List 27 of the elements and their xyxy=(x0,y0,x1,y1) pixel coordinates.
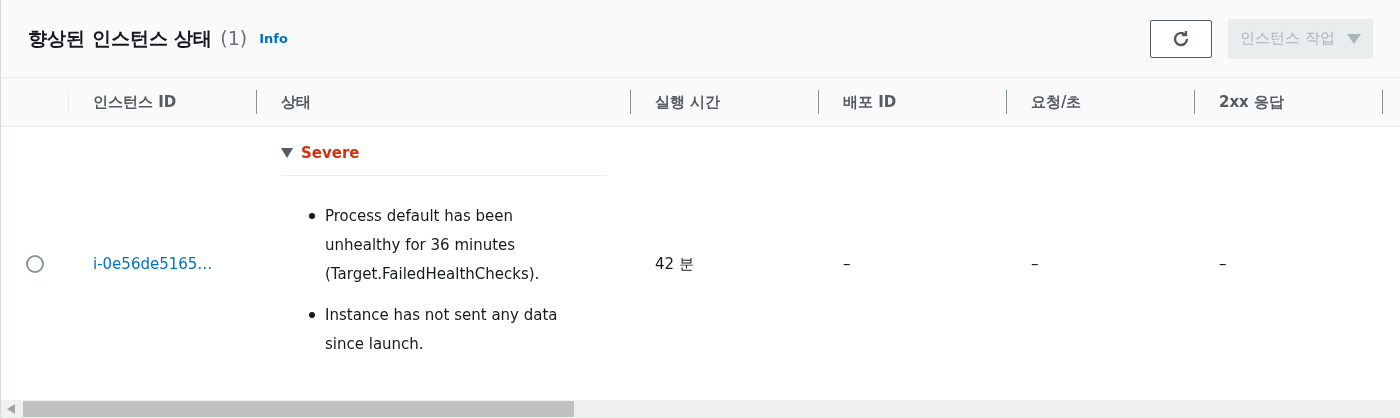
column-header[interactable]: 요청/초 xyxy=(1031,90,1082,114)
refresh-button[interactable] xyxy=(1150,19,1213,58)
scroll-left-icon xyxy=(7,404,15,414)
severity-toggle[interactable]: Severe xyxy=(281,142,607,176)
column-header[interactable]: 2xx 응답 xyxy=(1219,90,1284,114)
horizontal-scrollbar[interactable] xyxy=(1,400,1400,418)
column-header[interactable]: 배포 ID xyxy=(843,90,897,114)
panel-title: 향상된 인스턴스 상태 xyxy=(28,26,213,52)
caret-icon xyxy=(1347,33,1361,44)
severity-label: Severe xyxy=(301,143,360,164)
status-message: Instance has not sent any data since launch. xyxy=(325,304,559,355)
caret-icon xyxy=(281,148,293,159)
scrollbar-thumb[interactable] xyxy=(23,401,574,417)
instance-id-link[interactable]: i-0e56de5165… xyxy=(93,254,213,273)
table-cell: – xyxy=(843,254,851,273)
table-cell: – xyxy=(1219,254,1227,273)
column-header[interactable]: 인스턴스 ID xyxy=(93,90,177,114)
row-radio[interactable] xyxy=(26,254,44,273)
bullet-icon xyxy=(309,311,315,318)
table-cell: – xyxy=(1031,254,1039,273)
info-link[interactable]: Info xyxy=(259,28,288,49)
table-cell: 42 분 xyxy=(655,254,694,273)
status-message: Process default has been unhealthy for 36 minutes (Target.FailedHealthChecks). xyxy=(325,205,541,285)
bullet-icon xyxy=(309,212,315,219)
column-header[interactable]: 실행 시간 xyxy=(655,90,721,114)
instance-count: (1) xyxy=(220,26,248,52)
column-header[interactable]: 상태 xyxy=(281,90,311,114)
